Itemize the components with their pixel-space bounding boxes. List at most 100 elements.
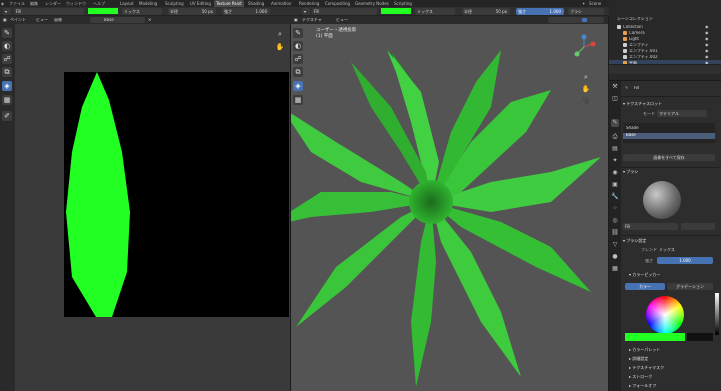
- visibility-eye-icon[interactable]: ◉: [705, 25, 709, 29]
- collapsed-section-header[interactable]: ▸ カラーパレット: [629, 347, 660, 353]
- image-selector[interactable]: Base: [90, 17, 145, 23]
- pan-icon[interactable]: ✋: [275, 42, 285, 52]
- radius-field-right[interactable]: 半径 50 px: [462, 8, 510, 15]
- object-tab-icon[interactable]: ▣: [611, 181, 619, 189]
- blend-dropdown[interactable]: ミックス: [659, 248, 675, 252]
- brush-datablock-buttons[interactable]: [681, 223, 715, 230]
- brush-type-icon-right[interactable]: ▾: [302, 8, 310, 15]
- physics-tab-icon[interactable]: ◎: [611, 217, 619, 225]
- scene-tab-icon[interactable]: ✦: [611, 157, 619, 165]
- output-tab-icon[interactable]: ⎙: [611, 133, 619, 141]
- collapsed-section-header[interactable]: ▸ テクスチャマスク: [629, 365, 664, 371]
- workspace-tab-sculpting[interactable]: Sculpting: [163, 0, 186, 7]
- image-canvas[interactable]: [64, 72, 289, 317]
- material-tab-icon[interactable]: ●: [611, 253, 619, 261]
- image-editor[interactable]: ✎ ◐ ☍ ⧉ ◈ ▦ ✐ ⌕ ✋: [0, 24, 290, 391]
- strength-field[interactable]: 強さ 1.000: [222, 8, 270, 15]
- workspace-tab-shading[interactable]: Shading: [246, 0, 266, 7]
- color-tab[interactable]: カラー: [625, 283, 665, 290]
- blend-mode-dropdown[interactable]: ミックス: [122, 8, 162, 15]
- world-tab-icon[interactable]: ◉: [611, 169, 619, 177]
- blender-logo-icon[interactable]: ◈: [1, 1, 4, 6]
- visibility-eye-icon[interactable]: ◉: [705, 49, 709, 53]
- mode-dropdown[interactable]: マテリアル: [657, 110, 707, 117]
- editor-type-icon[interactable]: ▣: [3, 18, 7, 22]
- brush-settings-header[interactable]: ▾ ブラシ設定: [623, 238, 646, 244]
- tool-tab-icon[interactable]: ⚒: [611, 83, 619, 91]
- active-color-swatch[interactable]: [625, 333, 685, 341]
- blend-mode-dropdown-right[interactable]: ミックス: [415, 8, 455, 15]
- smear-tool-icon[interactable]: ☍: [2, 54, 12, 64]
- zoom-icon[interactable]: ⌕: [275, 29, 285, 39]
- workspace-tab-animation[interactable]: Animation: [269, 0, 293, 7]
- brush-color-swatch[interactable]: [88, 8, 118, 14]
- strength-field-right[interactable]: 強さ 1.000: [516, 8, 564, 15]
- collapsed-section-header[interactable]: ▸ ストローク: [629, 374, 652, 380]
- strength-slider[interactable]: 1.000: [657, 257, 713, 264]
- workspace-tab-scripting[interactable]: Scripting: [392, 0, 414, 7]
- viewport-editor-type-icon[interactable]: ▣: [294, 18, 298, 22]
- brush-preview-sphere[interactable]: [643, 181, 681, 219]
- texture-slot-list[interactable]: Shade Base: [623, 123, 715, 143]
- workspace-tab-modeling[interactable]: Modeling: [137, 0, 159, 7]
- visibility-eye-icon[interactable]: ◉: [705, 31, 709, 35]
- color-picker-header[interactable]: ▾ カラーピッカー: [629, 272, 660, 278]
- radius-field[interactable]: 半径 50 px: [168, 8, 216, 15]
- image-editor-view-menu[interactable]: ビュー: [36, 18, 48, 22]
- save-all-images-button[interactable]: 画像をすべて保存: [623, 154, 715, 161]
- viewport-shading-buttons[interactable]: [548, 17, 604, 23]
- color-wheel[interactable]: [646, 296, 684, 334]
- workspace-tab-compositing[interactable]: Compositing: [323, 0, 352, 7]
- brush-section-header[interactable]: ▾ ブラシ: [623, 169, 638, 175]
- modifier-tab-icon[interactable]: 🔧: [611, 193, 619, 201]
- scene-selector[interactable]: Scene: [589, 1, 601, 6]
- soften-tool-icon[interactable]: ◐: [2, 41, 12, 51]
- viewport-view-menu[interactable]: ビュー: [336, 18, 348, 22]
- workspace-tab-texture-paint[interactable]: Texture Paint: [214, 0, 244, 7]
- visibility-eye-icon[interactable]: ◉: [705, 55, 709, 59]
- vp-zoom-icon[interactable]: ⌕: [581, 72, 591, 82]
- camera-view-icon[interactable]: 🎥: [581, 96, 591, 106]
- value-slider[interactable]: [715, 293, 719, 335]
- image-editor-image-menu[interactable]: 画像: [54, 18, 62, 22]
- workspace-tab-rendering[interactable]: Rendering: [297, 0, 321, 7]
- clone-tool-icon[interactable]: ⧉: [2, 67, 12, 77]
- brush-datablock-field[interactable]: Fill: [623, 223, 678, 230]
- visibility-eye-icon[interactable]: ◉: [705, 37, 709, 41]
- texture-slot-base[interactable]: Base: [623, 133, 715, 139]
- annotate-tool-icon[interactable]: ✐: [2, 111, 12, 121]
- collapsed-section-header[interactable]: ▸ フォールオフ: [629, 383, 656, 389]
- texture-slots-header[interactable]: ▾ テクスチャスロット: [623, 101, 662, 107]
- secondary-color-swatch[interactable]: [687, 333, 713, 341]
- image-close-icon[interactable]: ✕: [148, 18, 151, 22]
- 3d-viewport[interactable]: ✎ ◐ ☍ ⧉ ◈ ▦ ⌕ ✋ 🎥: [290, 24, 608, 391]
- solid-shading-icon[interactable]: [582, 18, 587, 22]
- view-layer-tab-icon[interactable]: ▤: [611, 145, 619, 153]
- render-tab-icon[interactable]: ◫: [611, 95, 619, 103]
- navigation-gizmo[interactable]: [569, 32, 599, 62]
- gradient-tab[interactable]: グラデーション: [667, 283, 713, 290]
- workspace-tab-geometry-nodes[interactable]: Geometry Nodes: [353, 0, 391, 7]
- brush-menu[interactable]: ブラシ: [568, 8, 604, 15]
- brush-color-swatch-right[interactable]: [381, 8, 411, 14]
- brush-type-icon[interactable]: ▾: [3, 8, 11, 15]
- draw-tool-icon[interactable]: ✎: [2, 28, 12, 38]
- texture-tab-icon[interactable]: ▦: [611, 265, 619, 273]
- brush-selector[interactable]: Fill: [14, 8, 84, 15]
- image-editor-mode[interactable]: ペイント: [10, 18, 26, 22]
- fill-tool-icon[interactable]: ◈: [2, 81, 12, 91]
- properties-search-bar[interactable]: [609, 64, 721, 74]
- texture-slot-shade[interactable]: Shade: [623, 126, 715, 132]
- vp-pan-icon[interactable]: ✋: [581, 84, 591, 94]
- brush-selector-right[interactable]: Fill: [312, 8, 377, 15]
- mask-tool-icon[interactable]: ▦: [2, 95, 12, 105]
- visibility-eye-icon[interactable]: ◉: [705, 43, 709, 47]
- workspace-tab-layout[interactable]: Layout: [118, 0, 136, 7]
- workspace-tab-uv-editing[interactable]: UV Editing: [188, 0, 213, 7]
- active-tool-tab-icon[interactable]: ✎: [611, 119, 619, 127]
- collapsed-section-header[interactable]: ▸ 詳細設定: [629, 356, 648, 362]
- outliner[interactable]: シーンコレクション Collection ◉ Camera ◉ Light ◉ エンプティ ◉…: [609, 0, 721, 80]
- properties-editor[interactable]: ⚒ ◫ ✎ ⎙ ▤ ✦ ◉ ▣ 🔧 ⁘ ◎ ⛓ ▽ ● ▦ ✎ Fill ▾ テ…: [609, 80, 721, 391]
- particles-tab-icon[interactable]: ⁘: [611, 205, 619, 213]
- data-tab-icon[interactable]: ▽: [611, 241, 619, 249]
